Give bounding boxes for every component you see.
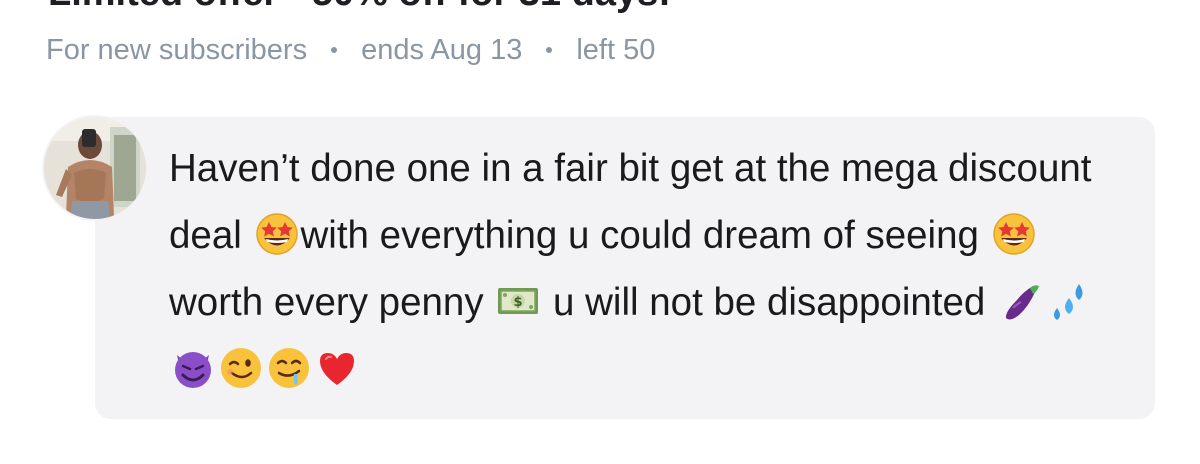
sweat-droplets-emoji-icon — [1045, 278, 1091, 324]
avatar[interactable] — [44, 117, 146, 219]
offer-title: Limited offer - 50% off for 31 days! — [48, 0, 671, 14]
separator-dot — [546, 47, 553, 53]
winking-face-emoji-icon — [218, 345, 264, 391]
message-text: worth every penny — [169, 281, 495, 324]
money-bill-emoji-icon: $ — [495, 278, 541, 324]
offer-meta: For new subscribers ends Aug 13 left 50 — [46, 30, 655, 70]
drooling-face-emoji-icon — [266, 345, 312, 391]
offer-audience: For new subscribers — [46, 33, 308, 66]
red-heart-emoji-icon — [314, 345, 360, 391]
separator-dot — [331, 47, 338, 53]
avatar-photo — [44, 117, 146, 219]
eggplant-emoji-icon — [997, 278, 1043, 324]
smiling-devil-emoji-icon — [170, 345, 216, 391]
post-message: Haven’t done one in a fair bit get at th… — [169, 135, 1129, 403]
star-struck-emoji-icon — [991, 211, 1037, 257]
message-text: u will not be disappointed — [542, 281, 997, 324]
offer-post-screen: Limited offer - 50% off for 31 days! For… — [0, 0, 1200, 464]
offer-ends: ends Aug 13 — [361, 33, 523, 66]
svg-text:$: $ — [514, 295, 523, 310]
offer-title-clip: Limited offer - 50% off for 31 days! — [0, 0, 1200, 14]
offer-left: left 50 — [576, 33, 656, 66]
message-text: with everything u could dream of seeing — [300, 214, 990, 257]
star-struck-emoji-icon — [254, 211, 300, 257]
